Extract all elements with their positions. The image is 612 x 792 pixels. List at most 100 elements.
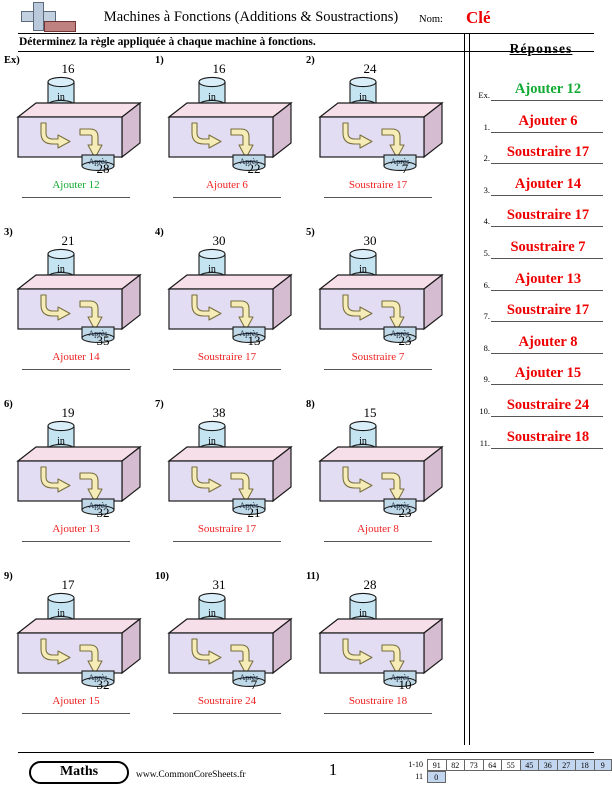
problem-10: 10) 31 in Après 7 Soustraire 24 — [151, 571, 303, 736]
output-value: 32 — [96, 677, 110, 692]
answer-value: Soustraire 17 — [506, 144, 590, 161]
function-machine-graphic: in Après — [16, 248, 142, 343]
problem-example: Ex) 16 in Après 28 Ajouter 12 — [0, 55, 152, 220]
svg-text:in: in — [57, 436, 65, 447]
answer-row: 3. Ajouter 14 — [470, 165, 612, 196]
rule-answer: Soustraire 24 — [197, 695, 257, 707]
answer-writing-line[interactable] — [22, 197, 130, 198]
svg-text:in: in — [57, 92, 65, 103]
answer-writing-line[interactable] — [173, 713, 281, 714]
answer-writing-line[interactable] — [22, 369, 130, 370]
answer-row: 9. Ajouter 15 — [470, 354, 612, 386]
rule-answer: Ajouter 15 — [52, 695, 100, 707]
answer-value: Soustraire 17 — [506, 302, 590, 319]
machine-wrapper: in Après — [312, 589, 448, 689]
problem-9: 9) 17 in Après 32 Ajouter 15 — [0, 571, 152, 736]
answer-writing-line[interactable] — [324, 197, 432, 198]
answer-row: 8. Ajouter 8 — [470, 323, 612, 354]
minus-bar — [44, 21, 76, 32]
answer-writing-line[interactable] — [173, 541, 281, 542]
plus-vertical-bar — [33, 2, 44, 31]
answer-writing-line[interactable] — [324, 369, 432, 370]
score-cell: 9 — [593, 759, 612, 771]
output-value: 7 — [250, 677, 258, 692]
rule-answer: Ajouter 12 — [52, 179, 100, 191]
column-divider-left — [464, 33, 465, 745]
score-cell: 18 — [575, 759, 594, 771]
score-cells: 91 82 73 64 55 45 36 27 18 9 — [427, 759, 612, 771]
problem-number: 4) — [155, 227, 164, 238]
problem-7: 7) 38 in Après 21 Soustraire 17 — [151, 399, 303, 564]
rule-answer: Ajouter 13 — [52, 523, 100, 535]
answer-number: 2. — [483, 153, 490, 164]
problem-number: 9) — [4, 571, 13, 582]
rule-answer: Ajouter 14 — [52, 351, 100, 363]
answer-writing-line[interactable] — [22, 541, 130, 542]
answer-value: Ajouter 8 — [518, 333, 578, 350]
function-machine-graphic: in Après — [318, 76, 444, 171]
function-machine-graphic: in Après — [167, 420, 293, 515]
answers-heading: Réponses — [509, 41, 573, 56]
svg-text:in: in — [57, 264, 65, 275]
plus-minus-logo — [18, 2, 80, 34]
rule-answer: Ajouter 8 — [357, 523, 399, 535]
output-value: 32 — [96, 505, 110, 520]
problem-1: 1) 16 in Après 22 Ajouter 6 — [151, 55, 303, 220]
answer-writing-line[interactable] — [324, 713, 432, 714]
answer-writing-line[interactable] — [173, 197, 281, 198]
answer-row: 11. Soustraire 18 — [470, 418, 612, 449]
answer-row: 4. Soustraire 17 — [470, 196, 612, 228]
output-value: 35 — [96, 333, 110, 348]
answer-number: Ex. — [478, 90, 490, 100]
score-cell: 73 — [464, 759, 483, 771]
machine-wrapper: in Après — [312, 245, 448, 345]
answer-writing-line[interactable] — [22, 713, 130, 714]
answer-value: Soustraire 7 — [510, 239, 586, 255]
answer-row: 10. Soustraire 24 — [470, 386, 612, 417]
function-machine-graphic: in Après — [167, 248, 293, 343]
answer-number: 8. — [483, 342, 490, 353]
output-value: 13 — [247, 333, 261, 348]
answer-value: Soustraire 24 — [506, 397, 590, 413]
svg-text:in: in — [359, 436, 367, 447]
problem-number: 11) — [306, 571, 320, 582]
problem-number: 3) — [4, 227, 13, 238]
output-value: 23 — [398, 333, 412, 348]
function-machine-graphic: in Après — [167, 76, 293, 171]
rule-answer: Soustraire 17 — [197, 523, 257, 535]
answer-value: Soustraire 18 — [506, 428, 590, 445]
answer-row: Ex. Ajouter 12 — [470, 70, 612, 101]
answer-number: 10. — [479, 406, 490, 416]
problem-8: 8) 15 in Après 23 Ajouter 8 — [302, 399, 454, 564]
machine-wrapper: in Après — [161, 73, 297, 173]
problem-11: 11) 28 in Après 10 Soustraire 18 — [302, 571, 454, 736]
rule-answer: Soustraire 7 — [351, 351, 405, 363]
answer-value: Soustraire 17 — [506, 207, 590, 224]
answer-number: 6. — [483, 279, 490, 290]
answer-writing-line[interactable] — [324, 541, 432, 542]
score-cell: 45 — [519, 759, 538, 771]
function-machine-graphic: in Après — [318, 248, 444, 343]
function-machine-graphic: in Après — [167, 592, 293, 687]
answer-number: 1. — [483, 121, 490, 132]
subject-label: Maths — [59, 764, 99, 779]
machine-wrapper: in Après — [10, 589, 146, 689]
answer-row: 5. Soustraire 7 — [470, 228, 612, 259]
svg-text:in: in — [208, 608, 216, 619]
svg-text:in: in — [359, 92, 367, 103]
answer-writing-line[interactable] — [173, 369, 281, 370]
problem-2: 2) 24 in Après 7 Soustraire 17 — [302, 55, 454, 220]
svg-text:in: in — [208, 264, 216, 275]
problem-number: 5) — [306, 227, 315, 238]
page-number: 1 — [328, 760, 338, 779]
machine-wrapper: in Après — [161, 417, 297, 517]
svg-text:in: in — [208, 92, 216, 103]
problem-number: Ex) — [4, 55, 20, 66]
problem-number: 7) — [155, 399, 164, 410]
problem-3: 3) 21 in Après 35 Ajouter 14 — [0, 227, 152, 392]
page-title: Machines à Fonctions (Additions & Soustr… — [103, 9, 399, 25]
answer-line — [491, 447, 603, 449]
problem-number: 10) — [155, 571, 169, 582]
machine-wrapper: in Après — [312, 73, 448, 173]
rule-answer: Ajouter 6 — [206, 179, 248, 191]
